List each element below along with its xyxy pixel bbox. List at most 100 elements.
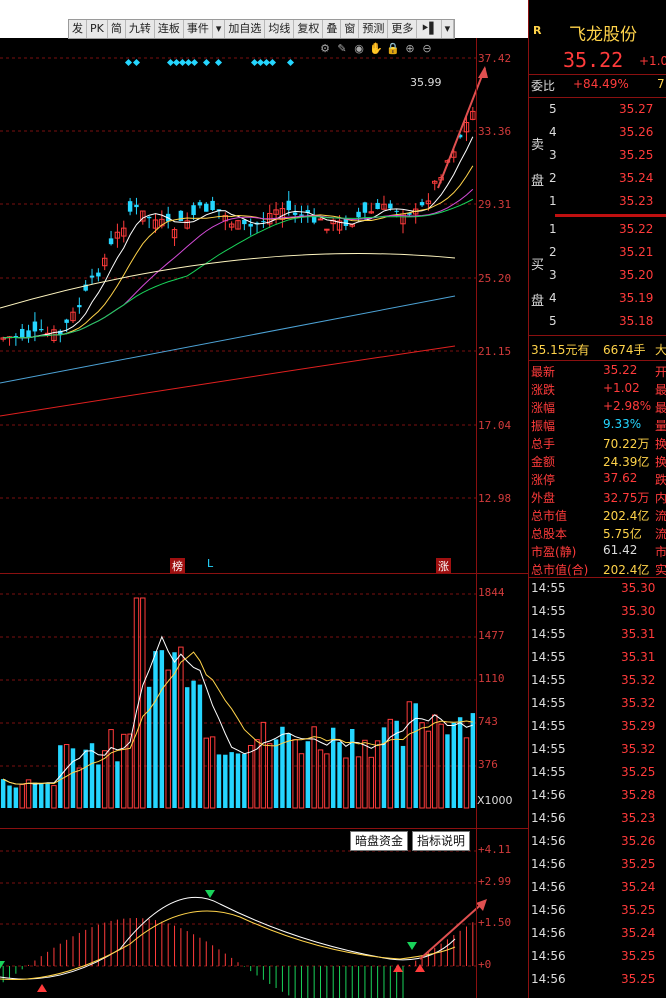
indicator-help-button[interactable]: 指标说明 <box>412 831 471 851</box>
toolbar-item[interactable]: ⯈▌ <box>417 20 442 38</box>
sell-level-row[interactable]: 4 35.26 <box>529 122 666 144</box>
last-price: 35.22 <box>563 48 624 72</box>
ind-y-label: +1.50 <box>478 916 512 929</box>
volume-bar <box>457 717 463 808</box>
tick-price: 35.23 <box>621 811 656 825</box>
toolbar-item[interactable]: ▾ <box>442 20 455 38</box>
volume-bar <box>140 597 146 809</box>
volume-panel[interactable]: 1844 1477 1110 743 376 X1000 <box>0 574 528 810</box>
kline-chart <box>0 57 488 499</box>
sell-level-row[interactable]: 1 35.23 <box>529 191 666 213</box>
candle-body <box>362 202 368 213</box>
volume-bar <box>292 739 298 809</box>
volume-bar <box>223 754 228 808</box>
toolbar-item[interactable]: 叠 <box>323 20 342 38</box>
ma-line <box>3 136 474 339</box>
tick-price: 35.25 <box>621 903 656 917</box>
volume-bar <box>267 743 273 809</box>
stat-value: 9.33% <box>603 417 642 431</box>
volume-bar <box>185 687 190 808</box>
buy-level-row[interactable]: 2 35.21 <box>529 242 666 264</box>
vol-y-label: 376 <box>478 758 498 771</box>
stat-tail: 开 <box>655 365 666 379</box>
candle-body <box>261 221 266 223</box>
tick-row: 14:55 35.32 <box>529 739 666 761</box>
tick-row: 14:55 35.30 <box>529 578 666 600</box>
level-number: 1 <box>549 222 557 236</box>
buy-level-row[interactable]: 3 35.20 <box>529 265 666 287</box>
volume-bar <box>159 650 165 808</box>
volume-bar <box>381 727 387 808</box>
toolbar-item[interactable]: 均线 <box>265 20 295 38</box>
candle-body <box>292 212 298 215</box>
stat-row: 总股本 5.75亿流 <box>529 524 666 542</box>
volume-bar <box>146 686 152 808</box>
volume-bar <box>209 736 216 809</box>
signal-arrow <box>205 890 215 898</box>
vol-y-label: 1110 <box>478 672 505 685</box>
volume-bar <box>387 718 394 809</box>
indicator-panel[interactable]: 暗盘资金 指标说明 +4.11 +2.99 +1.50 +0 <box>0 829 528 998</box>
sell-level-row[interactable]: 3 35.25 <box>529 145 666 167</box>
stat-value: 5.75亿 <box>603 527 642 541</box>
toolbar-item[interactable]: 事件 <box>184 20 213 38</box>
volume-bar <box>337 742 342 808</box>
trend-arrow-head <box>478 66 488 78</box>
signal-diamond <box>132 58 141 67</box>
volume-bar <box>419 722 425 809</box>
candle-body <box>286 200 291 211</box>
l-marker[interactable]: L <box>207 557 213 570</box>
toolbar-item[interactable]: 窗 <box>341 20 360 38</box>
indicator-line <box>0 910 456 981</box>
tick-time: 14:56 <box>531 880 566 894</box>
chart-right-edge <box>476 38 477 998</box>
weibi-label: 委比 <box>531 79 556 93</box>
stat-label: 总股本 <box>531 527 568 541</box>
stat-tail: 跌 <box>655 473 666 487</box>
sell-level-row[interactable]: 2 35.24 <box>529 168 666 190</box>
stat-value: 37.62 <box>603 471 638 485</box>
volume-bar <box>7 785 12 808</box>
indicator-line <box>0 896 456 980</box>
toolbar-item[interactable]: 更多 <box>388 20 418 38</box>
dark-pool-fund-button[interactable]: 暗盘资金 <box>350 831 409 851</box>
ma-line <box>3 188 474 339</box>
buy-level-row[interactable]: 4 35.19 <box>529 288 666 310</box>
toolbar-item[interactable]: 预测 <box>359 20 389 38</box>
candle-body <box>419 202 425 206</box>
volume-bar <box>242 753 247 808</box>
tick-row: 14:55 35.32 <box>529 670 666 692</box>
stat-tail: 内 <box>655 491 666 505</box>
toolbar-item[interactable]: 九转 <box>126 20 155 38</box>
candle-body <box>19 328 25 339</box>
toolbar-item[interactable]: 简 <box>108 20 126 38</box>
sell-level-row[interactable]: 5 35.27 <box>529 99 666 121</box>
tick-time: 14:56 <box>531 834 566 848</box>
volume-bar <box>362 739 368 809</box>
buy-level-row[interactable]: 1 35.22 <box>529 219 666 241</box>
tick-price: 35.25 <box>621 972 656 986</box>
zhang-marker[interactable]: 涨 <box>436 558 451 574</box>
toolbar-item[interactable]: 连板 <box>155 20 184 38</box>
candle-body <box>191 205 196 216</box>
toolbar-item[interactable]: 发 <box>69 20 87 38</box>
toolbar-item[interactable]: PK <box>87 20 108 38</box>
tick-time: 14:55 <box>531 627 566 641</box>
kline-panel[interactable]: 37.42 33.36 29.31 25.20 21.15 17.04 12.9… <box>0 38 528 574</box>
volume-bar <box>470 713 476 808</box>
toolbar-item[interactable]: 加自选 <box>225 20 266 38</box>
tick-time: 14:56 <box>531 811 566 825</box>
volume-bar <box>70 748 76 808</box>
y-label: 29.31 <box>478 198 512 211</box>
stat-label: 涨幅 <box>531 401 556 415</box>
toolbar-item[interactable]: 复权 <box>294 20 324 38</box>
volume-bar <box>121 733 127 809</box>
buy-level-row[interactable]: 5 35.18 <box>529 311 666 333</box>
bang-marker[interactable]: 榜 <box>170 558 185 574</box>
y-label: 17.04 <box>478 419 512 432</box>
volume-bar <box>280 726 285 808</box>
weibi-value: +84.49% <box>573 77 629 91</box>
volume-bar <box>165 669 171 809</box>
tick-price: 35.29 <box>621 719 656 733</box>
toolbar-item[interactable]: ▾ <box>213 20 226 38</box>
